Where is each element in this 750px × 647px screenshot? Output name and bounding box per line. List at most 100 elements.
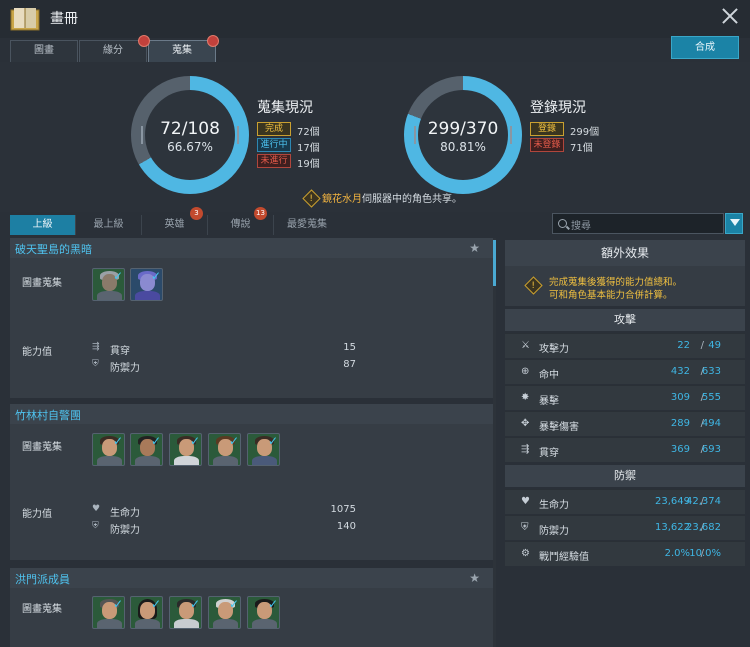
tab-fate[interactable]: 緣分 xyxy=(79,40,147,62)
title-bar: 畫冊 xyxy=(0,0,750,38)
defense-section-title: 防禦 xyxy=(505,465,745,487)
collect-label: 圖畫蒐集 xyxy=(22,604,62,615)
character-portrait[interactable]: ✓ xyxy=(208,433,241,466)
filter-tab-hero[interactable]: 英雄 3 xyxy=(142,207,208,235)
penetration-icon: ⇶ xyxy=(92,342,100,352)
scroll-thumb[interactable] xyxy=(493,240,496,286)
collect-label: 圖畫蒐集 xyxy=(22,278,62,289)
status-badge-not-started: 未進行 xyxy=(257,154,291,168)
star-icon[interactable]: ★ xyxy=(469,571,480,585)
character-portrait[interactable]: ✓ xyxy=(169,596,202,629)
collection-list: 破天聖島的黑暗 ★ 圖畫蒐集 ✓ ✓ 能力值 ⇶ 貫穿 15 ⛨ 防禦力 87 … xyxy=(10,238,494,647)
character-portrait[interactable]: ✓ xyxy=(208,596,241,629)
check-icon: ✓ xyxy=(228,434,239,448)
registration-progress-percent: 80.81% xyxy=(440,140,486,154)
accuracy-icon: ⊕ xyxy=(521,366,530,377)
status-badge-unregistered: 未登錄 xyxy=(530,138,564,152)
stat-row: ⚙ 戰鬥經驗值 2.0%/10.0% xyxy=(505,541,745,566)
collect-label: 圖畫蒐集 xyxy=(22,442,62,453)
character-portrait[interactable]: ✓ xyxy=(130,433,163,466)
attack-section-title: 攻擊 xyxy=(505,309,745,331)
collection-progress-value: 72/108 xyxy=(160,119,220,139)
check-icon: ✓ xyxy=(150,434,161,448)
search-icon xyxy=(558,219,567,228)
filter-tab-favorites[interactable]: 最愛蒐集 xyxy=(274,215,340,235)
registered-count: 299個 xyxy=(570,127,600,138)
tab-collection[interactable]: 蒐集 xyxy=(148,40,216,62)
collection-status-title: 蒐集現況 xyxy=(257,100,313,116)
stat-row: ⛨ 防禦力 13,622/23,682 xyxy=(505,515,745,540)
star-icon[interactable]: ★ xyxy=(469,241,480,255)
tab-pictures[interactable]: 圖畫 xyxy=(10,40,78,62)
character-portrait[interactable]: ✓ xyxy=(92,268,125,301)
character-portrait[interactable]: ✓ xyxy=(247,596,280,629)
stat-row: ✸ 暴擊 309/555 xyxy=(505,385,745,410)
collection-name: 破天聖島的黑暗 xyxy=(15,243,92,256)
stat-row: ♥ 生命力 23,649/42,374 xyxy=(505,489,745,514)
character-portrait[interactable]: ✓ xyxy=(130,268,163,301)
critical-damage-icon: ✥ xyxy=(521,418,530,429)
stat-value: 140 xyxy=(336,521,356,532)
check-icon: ✓ xyxy=(267,597,278,611)
collection-name: 竹林村自警團 xyxy=(15,409,81,422)
list-item[interactable]: 破天聖島的黑暗 ★ 圖畫蒐集 ✓ ✓ 能力值 ⇶ 貫穿 15 ⛨ 防禦力 87 xyxy=(10,238,494,398)
stats-label: 能力值 xyxy=(22,347,52,358)
shared-notice: ! 鏡花水月伺服器中的角色共享。 xyxy=(302,188,462,208)
attack-icon: ⚔ xyxy=(521,340,530,351)
stat-row: ⇶ 貫穿 369/693 xyxy=(505,437,745,462)
summary-panel: 72/108 66.67% 蒐集現況 完成 72個 進行中 17個 未進行 19… xyxy=(0,62,750,212)
check-icon: ✓ xyxy=(150,597,161,611)
check-icon: ✓ xyxy=(150,269,161,283)
registration-progress-ring: 299/370 80.81% xyxy=(404,76,522,194)
stat-value: 87 xyxy=(343,359,356,370)
status-badge-in-progress: 進行中 xyxy=(257,138,291,152)
character-portrait[interactable]: ✓ xyxy=(247,433,280,466)
status-badge-registered: 登錄 xyxy=(530,122,564,136)
character-portrait[interactable]: ✓ xyxy=(130,596,163,629)
extra-effects-panel: 額外效果 ! 完成蒐集後獲得的能力值總和。 可和角色基本能力合併計算。 攻擊 ⚔… xyxy=(505,240,745,647)
extra-effects-title: 額外效果 xyxy=(505,240,745,266)
filter-funnel-button[interactable] xyxy=(725,213,743,234)
list-item[interactable]: 竹林村自警團 圖畫蒐集 ✓ ✓ ✓ ✓ ✓ 能力值 ♥ 生命力 1075 ⛨ 防… xyxy=(10,404,494,560)
filter-tab-legend[interactable]: 傳說 13 xyxy=(208,207,274,235)
character-portrait[interactable]: ✓ xyxy=(169,433,202,466)
search-placeholder: 搜尋 xyxy=(571,221,591,232)
penetration-icon: ⇶ xyxy=(521,444,530,455)
defense-icon: ⛨ xyxy=(92,359,99,369)
hero-count-badge: 3 xyxy=(190,207,203,220)
character-portrait[interactable]: ✓ xyxy=(92,596,125,629)
registration-status-title: 登錄現況 xyxy=(530,100,586,116)
battle-exp-icon: ⚙ xyxy=(521,548,530,559)
close-icon[interactable] xyxy=(720,6,740,26)
stat-name: 防禦力 xyxy=(110,525,140,536)
notice-text: 伺服器中的角色共享。 xyxy=(362,194,462,205)
search-input[interactable]: 搜尋 xyxy=(552,213,724,234)
notification-dot xyxy=(207,35,219,47)
filter-tab-supreme[interactable]: 最上級 xyxy=(76,215,142,235)
list-scrollbar[interactable] xyxy=(493,238,496,647)
compose-button[interactable]: 合成 xyxy=(671,36,739,59)
grade-filter-tabs: 上級 最上級 英雄 3 傳說 13 最愛蒐集 xyxy=(10,207,490,235)
collection-name: 洪門派成員 xyxy=(15,573,70,586)
window-title: 畫冊 xyxy=(50,11,78,27)
stat-row: ⚔ 攻擊力 22/49 xyxy=(505,333,745,358)
heart-icon: ♥ xyxy=(92,504,101,514)
stat-name: 貫穿 xyxy=(110,346,130,357)
note-line: 完成蒐集後獲得的能力值總和。 xyxy=(549,277,683,288)
heart-icon: ♥ xyxy=(521,496,530,507)
filter-tab-superior[interactable]: 上級 xyxy=(10,215,76,235)
check-icon: ✓ xyxy=(267,434,278,448)
defense-icon: ⛨ xyxy=(521,522,529,533)
in-progress-count: 17個 xyxy=(297,143,320,154)
character-portrait[interactable]: ✓ xyxy=(92,433,125,466)
critical-icon: ✸ xyxy=(521,392,530,403)
check-icon: ✓ xyxy=(112,597,123,611)
server-name: 鏡花水月 xyxy=(322,194,362,205)
list-item[interactable]: 洪門派成員 ★ 圖畫蒐集 ✓ ✓ ✓ ✓ ✓ xyxy=(10,568,494,647)
stat-value: 15 xyxy=(343,342,356,353)
note-line: 可和角色基本能力合併計算。 xyxy=(549,290,673,301)
warning-icon: ! xyxy=(302,188,321,208)
collection-progress-percent: 66.67% xyxy=(167,140,213,154)
defense-icon: ⛨ xyxy=(92,521,99,531)
check-icon: ✓ xyxy=(112,269,123,283)
